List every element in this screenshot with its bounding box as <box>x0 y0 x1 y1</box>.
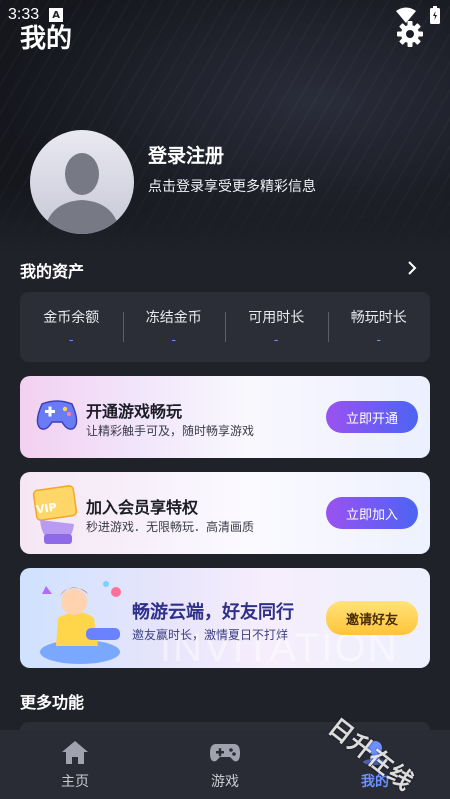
asset-label: 金币余额 <box>43 309 100 326</box>
profile-login-area[interactable]: 登录注册 点击登录享受更多精彩信息 <box>30 130 316 234</box>
nav-item-home[interactable]: 主页 <box>0 730 150 799</box>
promo-subtitle: 邀友赢时长，激情夏日不打烊 <box>132 628 289 642</box>
chevron-right-icon[interactable] <box>404 260 420 276</box>
settings-gear-icon[interactable] <box>396 20 424 48</box>
nav-label: 游戏 <box>211 773 239 790</box>
nav-label: 主页 <box>61 773 89 790</box>
page-title: 我的 <box>20 24 73 54</box>
assets-section-title: 我的资产 <box>20 262 85 281</box>
asset-coin-balance[interactable]: 金币余额 - <box>20 292 123 362</box>
invite-friends-button[interactable]: 邀请好友 <box>326 601 418 635</box>
nav-item-games[interactable]: 游戏 <box>150 730 300 799</box>
asset-frozen-coins[interactable]: 冻结金币 - <box>122 292 226 362</box>
character-illustration-icon <box>40 581 121 664</box>
promo-game-pass-card[interactable]: 开通游戏畅玩 让精彩触手可及，随时畅享游戏 立即开通 <box>20 376 430 458</box>
promo-title: 开通游戏畅玩 <box>86 402 183 421</box>
asset-label: 冻结金币 <box>145 309 202 326</box>
avatar[interactable] <box>30 130 134 234</box>
default-user-icon <box>44 153 120 234</box>
asset-value: - <box>171 332 177 348</box>
asset-value: - <box>376 332 382 348</box>
gamepad-icon <box>210 743 240 761</box>
promo-title: 畅游云端，好友同行 <box>132 602 294 623</box>
asset-label: 畅玩时长 <box>350 309 407 326</box>
asset-play-time[interactable]: 畅玩时长 - <box>327 292 431 362</box>
asset-value: - <box>68 332 74 348</box>
battery-icon <box>430 6 440 24</box>
asset-available-time[interactable]: 可用时长 - <box>225 292 328 362</box>
login-hint: 点击登录享受更多精彩信息 <box>148 178 316 195</box>
promo-subtitle: 让精彩触手可及，随时畅享游戏 <box>86 424 255 438</box>
join-now-button[interactable]: 立即加入 <box>326 497 418 529</box>
home-icon <box>62 740 88 764</box>
asset-value: - <box>273 332 279 348</box>
more-features-title: 更多功能 <box>20 693 85 712</box>
promo-vip-card[interactable]: VIP 加入会员享特权 秒进游戏．无限畅玩．高清画质 立即加入 <box>20 472 430 554</box>
gamepad-icon <box>36 400 78 430</box>
assets-card: 金币余额 - 冻结金币 - 可用时长 - 畅玩时长 - <box>20 292 430 362</box>
login-register-link[interactable]: 登录注册 <box>148 141 316 168</box>
promo-subtitle: 秒进游戏．无限畅玩．高清画质 <box>86 520 255 534</box>
asset-label: 可用时长 <box>248 309 305 326</box>
promo-invite-card[interactable]: INVITATION 畅游云端，好友同行 邀友赢时长，激情夏日不打烊 邀请好友 <box>20 568 430 668</box>
promo-title: 加入会员享特权 <box>86 498 199 517</box>
activate-now-button[interactable]: 立即开通 <box>326 401 418 433</box>
